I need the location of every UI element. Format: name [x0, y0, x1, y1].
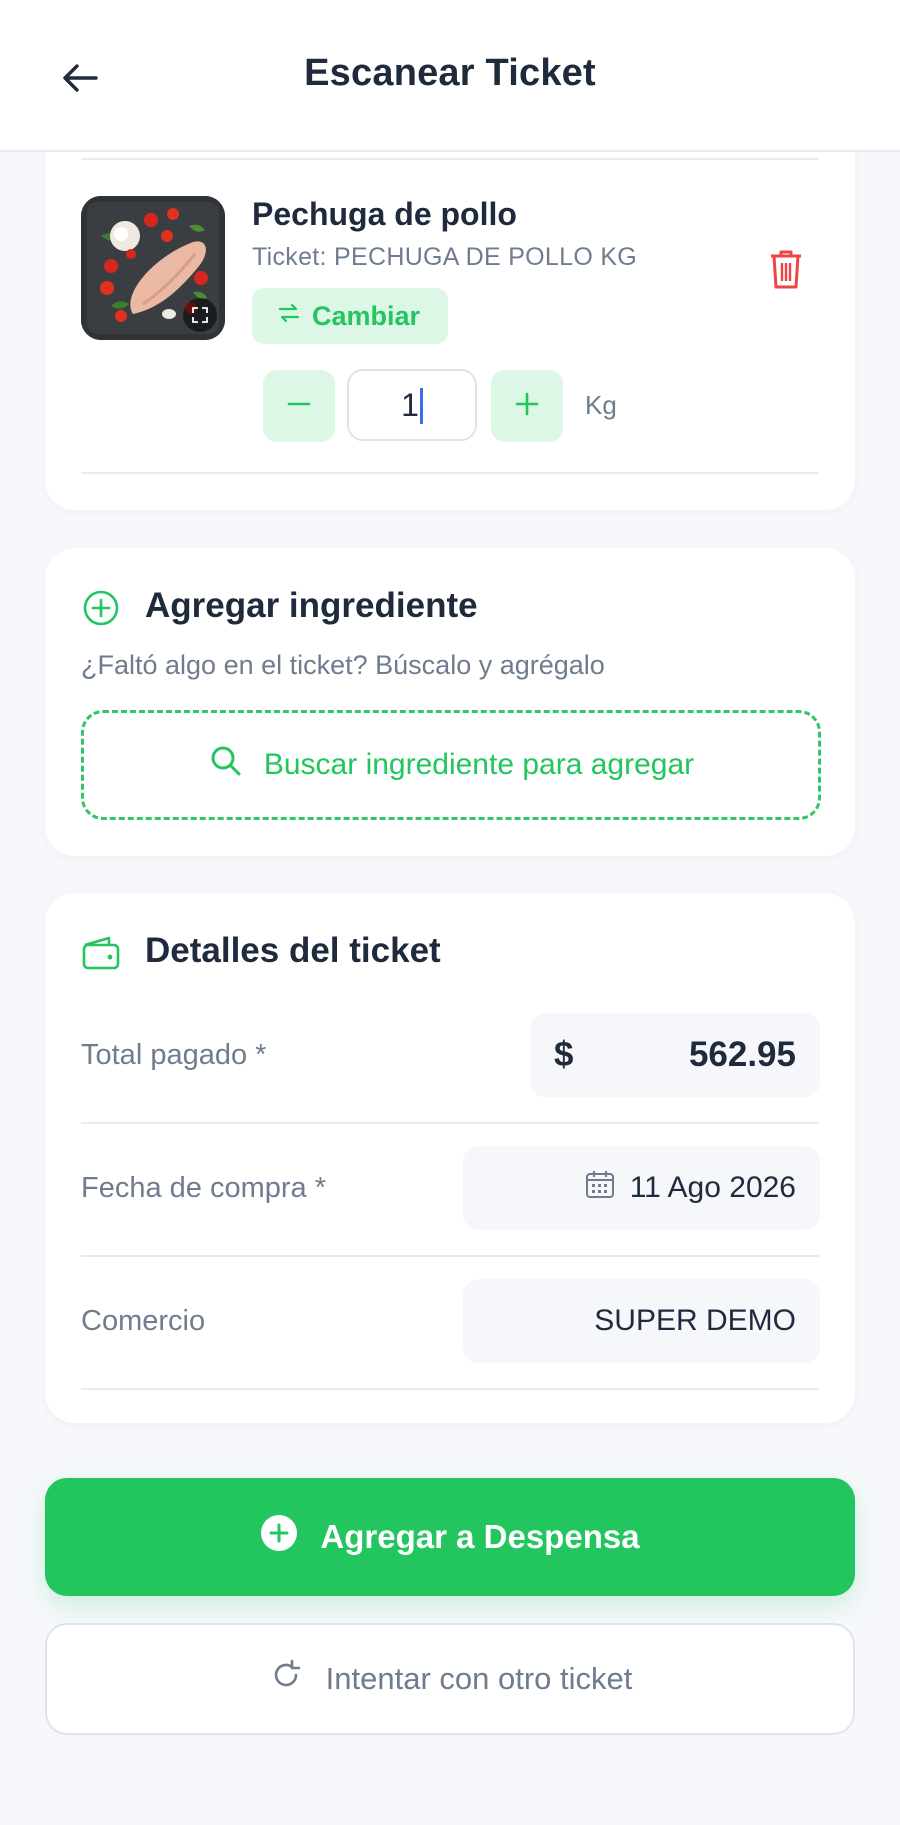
wallet-icon	[81, 933, 121, 973]
retry-ticket-button[interactable]: Intentar con otro ticket	[45, 1623, 855, 1735]
ticket-details-card: Detalles del ticket Total pagado * $ 562…	[45, 893, 855, 1423]
quantity-unit: Kg	[585, 390, 617, 420]
divider	[81, 1122, 819, 1124]
purchase-date-field[interactable]: 11 Ago 2026	[463, 1146, 820, 1230]
plus-circle-icon	[81, 588, 121, 628]
store-label: Comercio	[81, 1305, 206, 1337]
total-paid-field[interactable]: $ 562.95	[530, 1013, 820, 1097]
total-paid-label: Total pagado *	[81, 1039, 267, 1071]
search-ingredient-button[interactable]: Buscar ingrediente para agregar	[81, 710, 821, 820]
increase-quantity-button[interactable]	[491, 370, 563, 442]
expand-icon[interactable]	[183, 298, 217, 332]
add-ingredient-title: Agregar ingrediente	[145, 586, 478, 625]
swap-icon	[276, 300, 302, 333]
change-product-button[interactable]: Cambiar	[252, 288, 448, 344]
trash-icon	[766, 247, 806, 296]
ticket-details-title: Detalles del ticket	[145, 931, 441, 970]
search-icon	[208, 743, 244, 787]
decrease-quantity-button[interactable]	[263, 370, 335, 442]
store-field[interactable]: SUPER DEMO	[463, 1279, 820, 1363]
divider	[81, 1388, 819, 1390]
page-title: Escanear Ticket	[304, 52, 596, 94]
currency-symbol: $	[554, 1035, 574, 1074]
product-name: Pechuga de pollo	[252, 196, 517, 232]
add-to-pantry-button[interactable]: Agregar a Despensa	[45, 1478, 855, 1596]
purchase-date-value: 11 Ago 2026	[629, 1171, 796, 1204]
quantity-input[interactable]: 1	[347, 369, 477, 441]
plus-circle-filled-icon	[260, 1514, 298, 1560]
divider	[81, 158, 819, 160]
product-card: Pechuga de pollo Ticket: PECHUGA DE POLL…	[45, 110, 855, 510]
add-ingredient-subtitle: ¿Faltó algo en el ticket? Búscalo y agré…	[81, 650, 605, 680]
add-to-pantry-label: Agregar a Despensa	[320, 1518, 640, 1555]
purchase-date-label: Fecha de compra *	[81, 1172, 327, 1204]
total-paid-value: 562.95	[688, 1035, 796, 1074]
minus-icon	[285, 390, 313, 423]
refresh-icon	[268, 1657, 304, 1701]
calendar-icon	[584, 1168, 616, 1208]
product-image[interactable]	[81, 196, 225, 340]
change-product-label: Cambiar	[312, 300, 421, 331]
text-caret	[419, 387, 423, 424]
divider	[81, 1255, 819, 1257]
add-ingredient-card: Agregar ingrediente ¿Faltó algo en el ti…	[45, 548, 855, 856]
divider	[81, 472, 819, 474]
search-ingredient-label: Buscar ingrediente para agregar	[263, 748, 695, 781]
retry-ticket-label: Intentar con otro ticket	[325, 1661, 633, 1696]
plus-icon	[513, 390, 541, 423]
app-header: Escanear Ticket	[0, 0, 900, 152]
store-value: SUPER DEMO	[594, 1304, 796, 1337]
delete-product-button[interactable]	[761, 246, 811, 296]
quantity-value: 1	[401, 387, 419, 423]
product-ticket-text: Ticket: PECHUGA DE POLLO KG	[252, 243, 638, 271]
